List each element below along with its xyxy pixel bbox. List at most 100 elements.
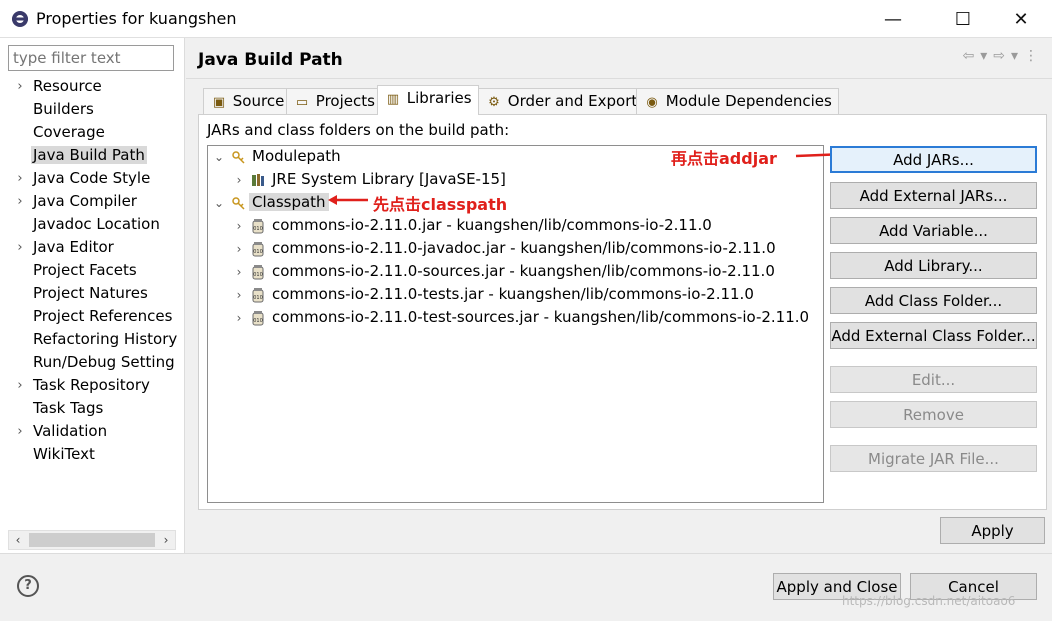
nav-horizontal-scrollbar[interactable]: ‹ › bbox=[8, 530, 176, 550]
library-icon bbox=[252, 174, 264, 186]
annotation-arrow-icon bbox=[328, 195, 368, 205]
classpath-container-icon bbox=[232, 151, 245, 164]
add-external-class-folder-button[interactable]: Add External Class Folder... bbox=[830, 322, 1037, 349]
tree-row-jar[interactable]: › 010 commons-io-2.11.0.jar - kuangshen/… bbox=[208, 215, 823, 238]
minimize-button[interactable]: — bbox=[870, 0, 916, 38]
chevron-down-icon[interactable]: ⌄ bbox=[212, 148, 226, 166]
nav-item-project-facets[interactable]: Project Facets bbox=[0, 260, 185, 283]
migrate-jar-button[interactable]: Migrate JAR File... bbox=[830, 445, 1037, 472]
annotation-click-addjar: 再点击addjar bbox=[671, 149, 777, 168]
libraries-icon: ▥ bbox=[386, 92, 400, 107]
jar-file-icon: 010 bbox=[252, 219, 264, 234]
tree-row-jar[interactable]: › 010 commons-io-2.11.0-tests.jar - kuan… bbox=[208, 284, 823, 307]
module-icon: ◉ bbox=[646, 95, 658, 110]
scrollbar-thumb[interactable] bbox=[29, 533, 155, 547]
chevron-right-icon[interactable]: › bbox=[232, 263, 246, 281]
nav-item-project-natures[interactable]: Project Natures bbox=[0, 283, 185, 306]
order-export-icon: ⚙ bbox=[488, 95, 500, 110]
nav-item-wikitext[interactable]: WikiText bbox=[0, 444, 185, 467]
apply-button[interactable]: Apply bbox=[940, 517, 1045, 544]
chevron-right-icon[interactable]: › bbox=[14, 170, 26, 188]
chevron-down-icon[interactable]: ⌄ bbox=[212, 194, 226, 212]
tree-row-jre[interactable]: › JRE System Library [JavaSE-15] bbox=[208, 169, 823, 192]
nav-item-run-debug-setting[interactable]: Run/Debug Setting bbox=[0, 352, 185, 375]
svg-text:010: 010 bbox=[253, 295, 263, 301]
tree-row-jar[interactable]: › 010 commons-io-2.11.0-javadoc.jar - ku… bbox=[208, 238, 823, 261]
nav-item-resource[interactable]: › Resource bbox=[0, 76, 185, 99]
jar-file-icon: 010 bbox=[252, 311, 264, 326]
nav-item-project-references[interactable]: Project References bbox=[0, 306, 185, 329]
nav-item-refactoring-history[interactable]: Refactoring History bbox=[0, 329, 185, 352]
maximize-button[interactable]: ☐ bbox=[940, 0, 986, 38]
chevron-right-icon[interactable]: › bbox=[232, 286, 246, 304]
remove-button[interactable]: Remove bbox=[830, 401, 1037, 428]
svg-text:010: 010 bbox=[253, 249, 263, 255]
tab-order-and-export[interactable]: ⚙ Order and Export bbox=[478, 88, 645, 114]
help-icon[interactable]: ? bbox=[17, 575, 39, 597]
libraries-panel: JARs and class folders on the build path… bbox=[198, 114, 1047, 510]
add-library-button[interactable]: Add Library... bbox=[830, 252, 1037, 279]
forward-arrow-icon[interactable]: ⇨ bbox=[993, 48, 1005, 64]
tree-row-jar[interactable]: › 010 commons-io-2.11.0-sources.jar - ku… bbox=[208, 261, 823, 284]
chevron-right-icon[interactable]: › bbox=[14, 239, 26, 257]
jar-file-icon: 010 bbox=[252, 265, 264, 280]
tree-row-classpath[interactable]: ⌄ Classpath bbox=[208, 192, 823, 215]
build-path-tree[interactable]: ⌄ Modulepath › JRE System Library [JavaS… bbox=[207, 145, 824, 503]
tab-projects[interactable]: ▭ Projects bbox=[286, 88, 382, 114]
projects-icon: ▭ bbox=[295, 95, 309, 110]
add-class-folder-button[interactable]: Add Class Folder... bbox=[830, 287, 1037, 314]
filter-input[interactable] bbox=[8, 45, 174, 71]
tab-module-dependencies[interactable]: ◉ Module Dependencies bbox=[636, 88, 839, 114]
preferences-nav-pane: ›Resource Builders Coverage Java Build P… bbox=[0, 38, 185, 553]
chevron-down-icon[interactable]: ▾ bbox=[1011, 48, 1018, 64]
chevron-right-icon[interactable]: › bbox=[14, 193, 26, 211]
nav-item-builders[interactable]: Builders bbox=[0, 99, 185, 122]
watermark-text: https://blog.csdn.net/aitoao6 bbox=[842, 594, 1016, 608]
divider bbox=[0, 553, 1052, 554]
scroll-right-icon[interactable]: › bbox=[157, 531, 175, 549]
add-jars-button[interactable]: Add JARs... bbox=[830, 146, 1037, 173]
source-folder-icon: ▣ bbox=[212, 95, 226, 110]
chevron-right-icon[interactable]: › bbox=[14, 78, 26, 96]
chevron-right-icon[interactable]: › bbox=[232, 309, 246, 327]
build-path-caption: JARs and class folders on the build path… bbox=[207, 121, 510, 139]
window-title: Properties for kuangshen bbox=[36, 9, 237, 28]
chevron-right-icon[interactable]: › bbox=[14, 377, 26, 395]
jar-file-icon: 010 bbox=[252, 288, 264, 303]
nav-item-java-code-style[interactable]: › Java Code Style bbox=[0, 168, 185, 191]
divider bbox=[186, 78, 1052, 79]
tree-row-jar[interactable]: › 010 commons-io-2.11.0-test-sources.jar… bbox=[208, 307, 823, 330]
nav-item-java-compiler[interactable]: › Java Compiler bbox=[0, 191, 185, 214]
svg-text:010: 010 bbox=[253, 226, 263, 232]
annotation-click-classpath: 先点击classpath bbox=[373, 195, 508, 214]
eclipse-app-icon bbox=[12, 11, 28, 27]
nav-item-javadoc-location[interactable]: Javadoc Location bbox=[0, 214, 185, 237]
property-page: Java Build Path ⇦ ▾ ⇨ ▾ ⋮ ▣ Source ▭ Pro… bbox=[186, 38, 1052, 553]
nav-item-task-repository[interactable]: › Task Repository bbox=[0, 375, 185, 398]
chevron-right-icon[interactable]: › bbox=[14, 423, 26, 441]
page-navigation: ⇦ ▾ ⇨ ▾ ⋮ bbox=[962, 48, 1038, 64]
nav-item-java-editor[interactable]: › Java Editor bbox=[0, 237, 185, 260]
add-variable-button[interactable]: Add Variable... bbox=[830, 217, 1037, 244]
title-bar: Properties for kuangshen — ☐ ✕ bbox=[0, 0, 1052, 38]
classpath-container-icon bbox=[232, 197, 245, 210]
more-options-icon[interactable]: ⋮ bbox=[1024, 48, 1038, 64]
chevron-down-icon[interactable]: ▾ bbox=[980, 48, 987, 64]
nav-item-coverage[interactable]: Coverage bbox=[0, 122, 185, 145]
add-external-jars-button[interactable]: Add External JARs... bbox=[830, 182, 1037, 209]
tab-libraries[interactable]: ▥ Libraries bbox=[377, 85, 479, 115]
jar-file-icon: 010 bbox=[252, 242, 264, 257]
nav-item-task-tags[interactable]: Task Tags bbox=[0, 398, 185, 421]
nav-item-java-build-path[interactable]: Java Build Path bbox=[0, 145, 185, 168]
close-button[interactable]: ✕ bbox=[998, 0, 1044, 38]
svg-text:010: 010 bbox=[253, 318, 263, 324]
nav-item-validation[interactable]: › Validation bbox=[0, 421, 185, 444]
chevron-right-icon[interactable]: › bbox=[232, 240, 246, 258]
chevron-right-icon[interactable]: › bbox=[232, 217, 246, 235]
back-arrow-icon[interactable]: ⇦ bbox=[962, 48, 974, 64]
tab-source[interactable]: ▣ Source bbox=[203, 88, 292, 114]
scroll-left-icon[interactable]: ‹ bbox=[9, 531, 27, 549]
page-title: Java Build Path bbox=[198, 50, 343, 70]
chevron-right-icon[interactable]: › bbox=[232, 171, 246, 189]
edit-button[interactable]: Edit... bbox=[830, 366, 1037, 393]
